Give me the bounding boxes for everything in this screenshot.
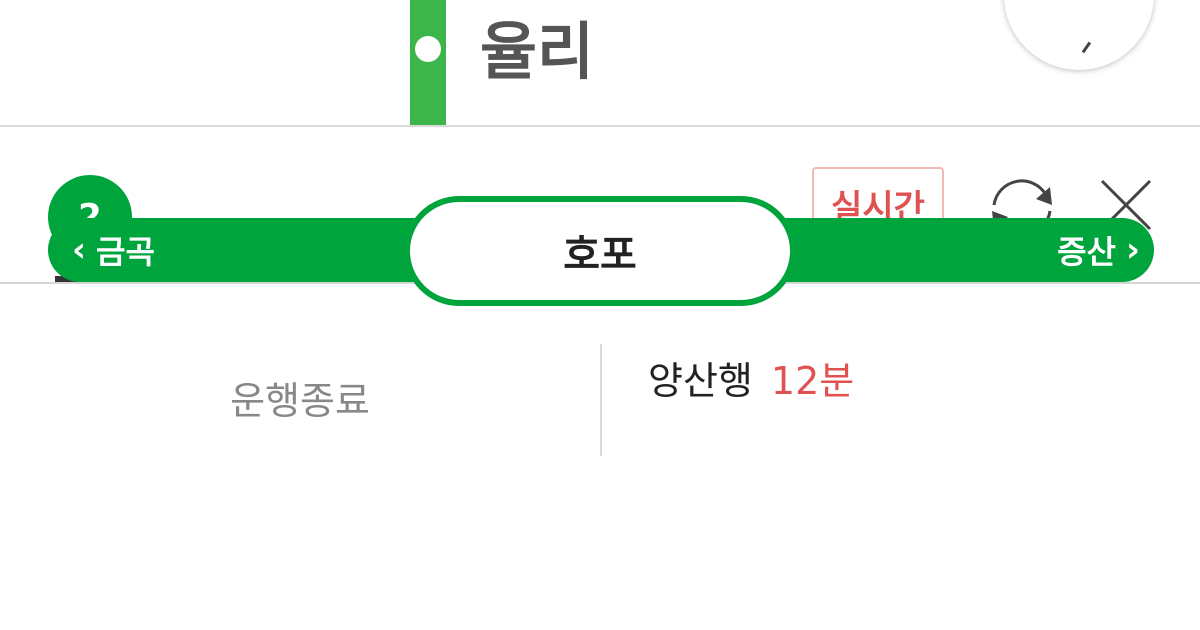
next-station-button[interactable]: 증산 ›: [1057, 222, 1150, 278]
arrival-destination: 양산행: [648, 359, 753, 403]
chevron-left-icon: ‹: [72, 230, 87, 270]
arrival-divider: [600, 344, 602, 456]
compass-arrow-icon: [1071, 34, 1092, 54]
prev-station-button[interactable]: ‹ 금곡: [62, 222, 155, 278]
station-marker[interactable]: [415, 36, 441, 62]
map-area[interactable]: 율리: [0, 0, 1200, 126]
left-direction-status: 운행종료: [230, 379, 370, 423]
subway-line-strip: [410, 0, 446, 126]
right-direction-arrival: 양산행 12분: [648, 350, 854, 405]
compass-button[interactable]: [1004, 0, 1154, 70]
arrival-eta: 12분: [770, 359, 855, 403]
current-station-pill: 호포: [404, 196, 796, 306]
map-station-name[interactable]: 율리: [480, 12, 594, 92]
chevron-right-icon: ›: [1125, 230, 1140, 270]
prev-station-label: 금곡: [96, 233, 155, 271]
next-station-label: 증산: [1057, 233, 1116, 271]
